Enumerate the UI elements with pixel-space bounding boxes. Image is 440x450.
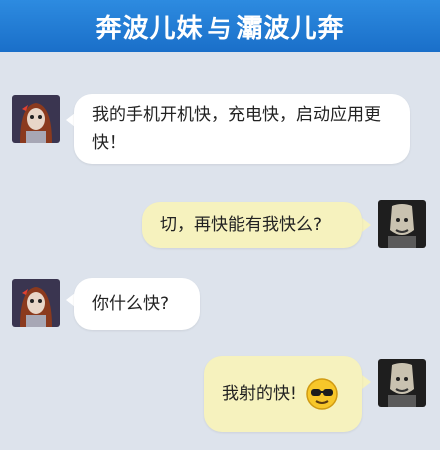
message-bubble-3[interactable]: 你什么快? bbox=[74, 278, 200, 330]
message-bubble-4[interactable]: 我射的快! bbox=[204, 356, 362, 432]
chat-title-bar: 奔波儿妹与灞波儿奔 bbox=[0, 0, 440, 52]
message-text-2: 切，再快能有我快么? bbox=[160, 215, 323, 235]
title-left-name: 奔波儿妹 bbox=[95, 13, 204, 44]
man-avatar[interactable] bbox=[378, 359, 426, 407]
title-connector: 与 bbox=[207, 14, 233, 43]
message-text-3: 你什么快? bbox=[92, 294, 170, 314]
girl-avatar[interactable] bbox=[12, 95, 60, 143]
message-bubble-2[interactable]: 切，再快能有我快么? bbox=[142, 202, 362, 248]
message-text-4: 我射的快! bbox=[222, 384, 297, 404]
girl-avatar[interactable] bbox=[12, 279, 60, 327]
cool-sunglasses-emoji-icon bbox=[306, 378, 338, 410]
message-text-1: 我的手机开机快，充电快，启动应用更快！ bbox=[92, 105, 381, 153]
title-right-name: 灞波儿奔 bbox=[236, 13, 345, 44]
man-avatar[interactable] bbox=[378, 200, 426, 248]
chat-area: 我的手机开机快，充电快，启动应用更快！ 切，再快能有我快么? 你什么快? 我射的… bbox=[0, 52, 440, 450]
message-bubble-1[interactable]: 我的手机开机快，充电快，启动应用更快！ bbox=[74, 94, 410, 164]
